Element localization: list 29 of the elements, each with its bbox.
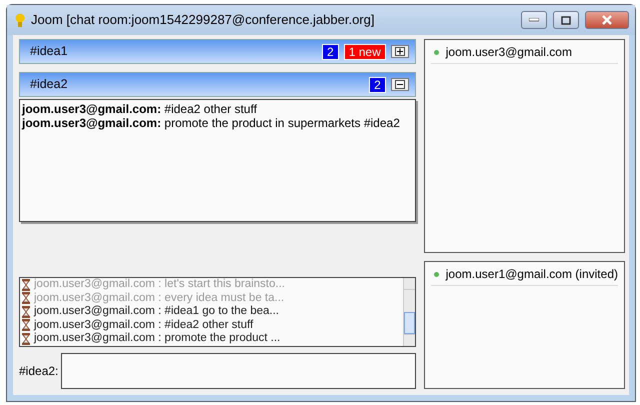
status-dot-icon xyxy=(434,272,439,276)
window-title: Joom [chat room:joom1542299287@conference.jabber.org] xyxy=(31,11,376,30)
topic-name: #idea1 xyxy=(30,43,69,60)
status-dot-icon xyxy=(434,50,439,54)
message-count: 2 xyxy=(369,76,386,92)
participant-name[interactable]: joom.user3@gmail.com xyxy=(446,43,572,61)
scrollbar[interactable] xyxy=(402,278,415,346)
message-count: 2 xyxy=(322,44,339,60)
input-label: #idea2: xyxy=(19,363,58,380)
collapse-button[interactable] xyxy=(390,78,409,91)
topic-header[interactable]: #idea2 2 xyxy=(19,72,416,97)
maximize-icon xyxy=(561,16,571,24)
log-entry[interactable]: joom.user3@gmail.com : promote the product ... xyxy=(34,332,280,346)
log-entry[interactable]: joom.user3@gmail.com : #idea1 go to the bea... xyxy=(34,305,280,318)
minimize-icon xyxy=(529,18,539,22)
log-entry[interactable]: joom.user3@gmail.com : #idea2 other stuff xyxy=(34,318,254,332)
topic-name: #idea2 xyxy=(30,76,69,94)
close-button[interactable] xyxy=(585,11,629,29)
message-input[interactable] xyxy=(61,353,416,389)
lightbulb-icon xyxy=(15,12,25,28)
topic-header[interactable]: #idea1 2 1 new xyxy=(19,39,416,64)
maximize-button[interactable] xyxy=(553,11,579,29)
close-icon xyxy=(602,15,612,25)
expand-button[interactable] xyxy=(390,45,409,58)
chat-message: joom.user3@gmail.com: promote the product in supermarkets #idea2 xyxy=(22,116,401,130)
participant-name[interactable]: joom.user1@gmail.com (invited) xyxy=(446,265,618,283)
new-badge: 1 new xyxy=(344,44,386,60)
chat-message: joom.user3@gmail.com: #idea2 other stuff xyxy=(22,102,258,116)
minimize-button[interactable] xyxy=(521,11,547,29)
